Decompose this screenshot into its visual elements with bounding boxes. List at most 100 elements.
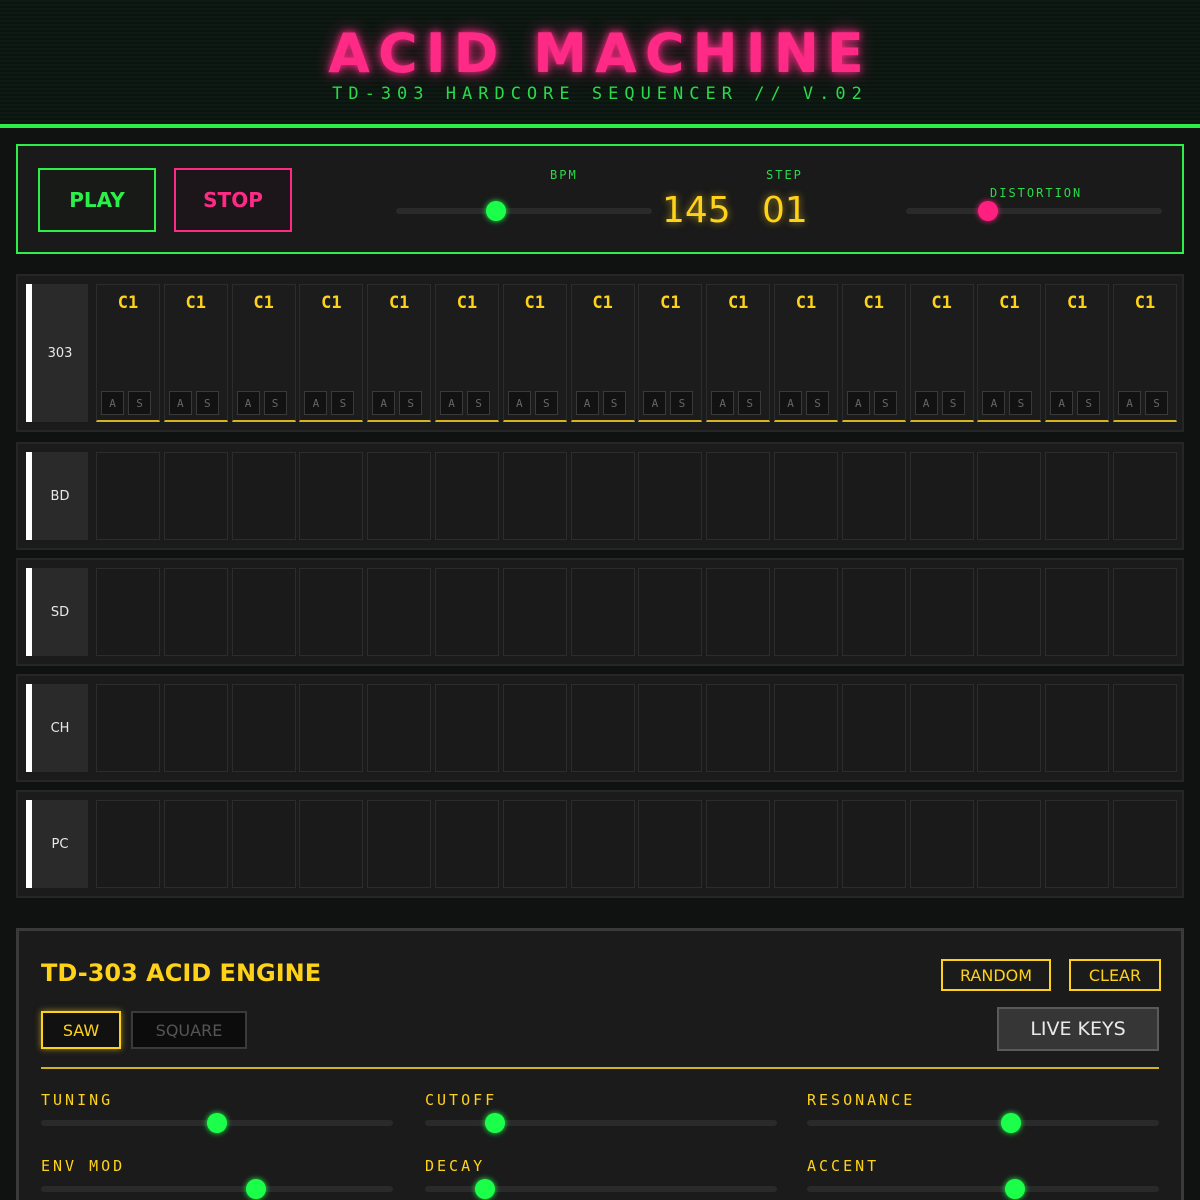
drum-step[interactable]	[706, 800, 771, 888]
drum-step[interactable]	[570, 452, 635, 540]
step-note[interactable]: C1	[572, 293, 634, 313]
drum-step[interactable]	[96, 684, 160, 772]
acid-step[interactable]: C1 A S	[435, 284, 499, 422]
param-slider-decay[interactable]	[425, 1179, 777, 1199]
drum-step[interactable]	[367, 452, 432, 540]
acid-step[interactable]: C1 A S	[774, 284, 838, 422]
drum-step[interactable]	[96, 452, 160, 540]
step-note[interactable]: C1	[368, 293, 430, 313]
slide-toggle[interactable]: S	[1077, 391, 1101, 415]
saw-wave-button[interactable]: SAW	[41, 1011, 121, 1049]
drum-step[interactable]	[163, 568, 228, 656]
param-slider-thumb[interactable]	[207, 1113, 227, 1133]
play-button[interactable]: PLAY	[38, 168, 156, 232]
acid-step[interactable]: C1 A S	[909, 284, 974, 422]
drum-step[interactable]	[638, 800, 703, 888]
drum-step[interactable]	[774, 452, 838, 540]
step-note[interactable]: C1	[707, 293, 769, 313]
drum-step[interactable]	[638, 452, 703, 540]
drum-step[interactable]	[96, 568, 160, 656]
accent-toggle[interactable]: A	[101, 391, 124, 415]
drum-step[interactable]	[163, 800, 228, 888]
drum-step[interactable]	[435, 452, 499, 540]
drum-step[interactable]	[502, 568, 567, 656]
accent-toggle[interactable]: A	[846, 391, 870, 415]
slide-toggle[interactable]: S	[941, 391, 965, 415]
drum-step[interactable]	[163, 452, 228, 540]
step-note[interactable]: C1	[775, 293, 837, 313]
param-slider-thumb[interactable]	[245, 1179, 266, 1199]
step-note[interactable]: C1	[436, 293, 498, 313]
accent-toggle[interactable]: A	[168, 391, 192, 415]
live-keys-button[interactable]: LIVE KEYS	[997, 1007, 1159, 1051]
drum-step[interactable]	[977, 452, 1042, 540]
step-note[interactable]: C1	[165, 293, 227, 313]
drum-step[interactable]	[570, 568, 635, 656]
drum-step[interactable]	[1113, 568, 1177, 656]
acid-step[interactable]: C1 A S	[163, 284, 228, 422]
drum-step[interactable]	[841, 800, 906, 888]
acid-step[interactable]: C1 A S	[96, 284, 160, 422]
slide-toggle[interactable]: S	[738, 391, 762, 415]
drum-step[interactable]	[231, 684, 296, 772]
step-note[interactable]: C1	[233, 293, 295, 313]
param-slider-thumb[interactable]	[474, 1179, 495, 1199]
drum-step[interactable]	[774, 684, 838, 772]
acid-step[interactable]: C1 A S	[1113, 284, 1177, 422]
accent-toggle[interactable]: A	[1118, 391, 1141, 415]
drum-step[interactable]	[570, 800, 635, 888]
drum-step[interactable]	[435, 568, 499, 656]
acid-step[interactable]: C1 A S	[638, 284, 703, 422]
drum-step[interactable]	[1113, 452, 1177, 540]
drum-step[interactable]	[774, 800, 838, 888]
drum-step[interactable]	[163, 684, 228, 772]
drum-step[interactable]	[367, 684, 432, 772]
drum-step[interactable]	[977, 800, 1042, 888]
drum-step[interactable]	[706, 452, 771, 540]
step-note[interactable]: C1	[300, 293, 362, 313]
accent-toggle[interactable]: A	[507, 391, 531, 415]
step-note[interactable]: C1	[639, 293, 701, 313]
accent-toggle[interactable]: A	[982, 391, 1006, 415]
drum-step[interactable]	[435, 800, 499, 888]
acid-step[interactable]: C1 A S	[977, 284, 1042, 422]
bpm-slider[interactable]	[396, 201, 652, 221]
drum-step[interactable]	[299, 568, 364, 656]
acid-step[interactable]: C1 A S	[231, 284, 296, 422]
accent-toggle[interactable]: A	[711, 391, 735, 415]
slide-toggle[interactable]: S	[195, 391, 219, 415]
distortion-slider[interactable]	[906, 201, 1162, 221]
param-slider-resonance[interactable]	[807, 1113, 1159, 1133]
accent-toggle[interactable]: A	[304, 391, 328, 415]
drum-step[interactable]	[502, 452, 567, 540]
drum-step[interactable]	[231, 568, 296, 656]
drum-step[interactable]	[1113, 684, 1177, 772]
drum-step[interactable]	[299, 800, 364, 888]
step-note[interactable]: C1	[97, 293, 159, 313]
drum-step[interactable]	[231, 800, 296, 888]
drum-step[interactable]	[1045, 684, 1110, 772]
acid-step[interactable]: C1 A S	[706, 284, 771, 422]
accent-toggle[interactable]: A	[914, 391, 938, 415]
acid-step[interactable]: C1 A S	[299, 284, 364, 422]
clear-button[interactable]: CLEAR	[1069, 959, 1161, 991]
slide-toggle[interactable]: S	[331, 391, 355, 415]
drum-step[interactable]	[367, 800, 432, 888]
step-note[interactable]: C1	[1114, 293, 1176, 313]
slide-toggle[interactable]: S	[873, 391, 897, 415]
accent-toggle[interactable]: A	[372, 391, 396, 415]
slide-toggle[interactable]: S	[1009, 391, 1033, 415]
slide-toggle[interactable]: S	[670, 391, 694, 415]
drum-step[interactable]	[638, 568, 703, 656]
slide-toggle[interactable]: S	[399, 391, 423, 415]
drum-step[interactable]	[706, 568, 771, 656]
acid-step[interactable]: C1 A S	[570, 284, 635, 422]
drum-step[interactable]	[367, 568, 432, 656]
acid-step[interactable]: C1 A S	[367, 284, 432, 422]
drum-step[interactable]	[96, 800, 160, 888]
drum-step[interactable]	[841, 684, 906, 772]
drum-step[interactable]	[706, 684, 771, 772]
drum-step[interactable]	[299, 684, 364, 772]
slide-toggle[interactable]: S	[467, 391, 490, 415]
stop-button[interactable]: STOP	[174, 168, 292, 232]
